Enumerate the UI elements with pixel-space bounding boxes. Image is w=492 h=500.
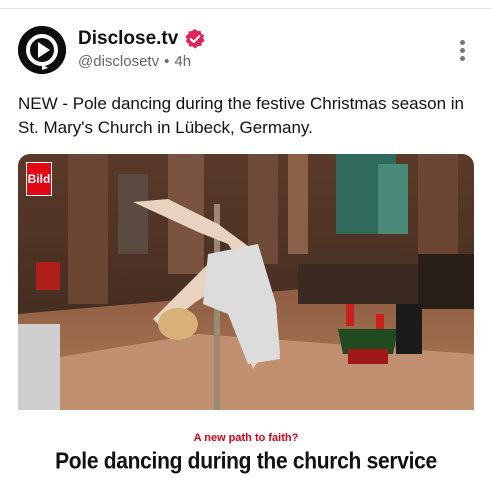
display-name[interactable]: Disclose.tv [78,28,178,50]
timestamp[interactable]: 4h [174,53,191,70]
handle[interactable]: @disclosetv [78,53,159,70]
handle-row: @disclosetv • 4h [78,53,191,70]
post-text: NEW - Pole dancing during the festive Ch… [18,94,464,137]
more-dot [459,56,465,61]
name-row: Disclose.tv [78,28,206,50]
play-logo-icon [18,26,66,74]
post-header: Disclose.tv @disclosetv • 4h [18,26,478,78]
bild-logo: Bild [26,162,52,196]
media-caption: A new path to faith? Pole dancing during… [18,410,474,500]
separator-dot: • [164,53,170,70]
more-dot [459,48,465,53]
avatar[interactable] [18,26,66,74]
verified-badge-icon [185,28,205,49]
more-dot [459,40,465,45]
more-options-icon[interactable] [454,38,470,62]
caption-headline: Pole dancing during the church service [55,448,437,475]
post-media-image[interactable]: Bild [18,154,474,410]
caption-kicker: A new path to faith? [193,432,299,444]
church-scene-image [18,154,474,410]
top-divider [0,8,492,9]
